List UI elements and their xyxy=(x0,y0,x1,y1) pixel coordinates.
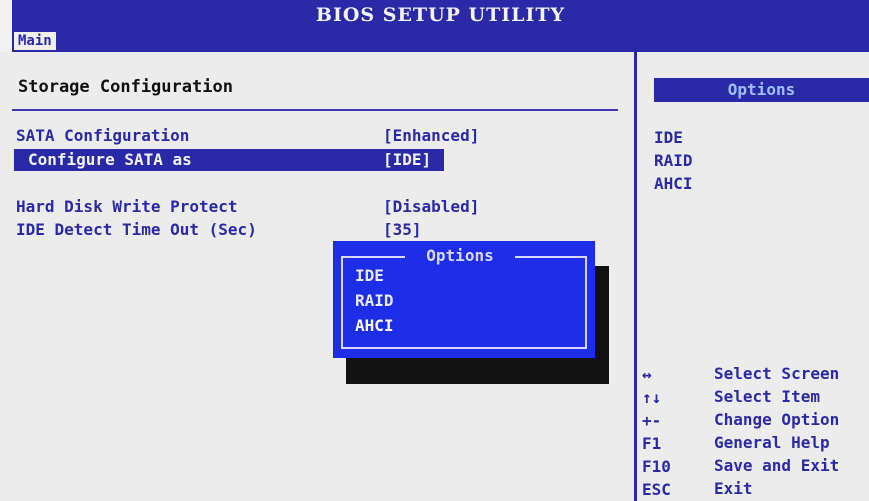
popup-option-raid[interactable]: RAID xyxy=(355,291,394,310)
bios-screen: BIOS SETUP UTILITY Main Storage Configur… xyxy=(0,0,869,501)
menu-bar: Main xyxy=(12,30,869,52)
right-option-raid: RAID xyxy=(654,151,693,170)
setting-label-sata-configuration[interactable]: SATA Configuration xyxy=(16,126,189,145)
help-action-general-help: General Help xyxy=(714,433,830,452)
popup-option-ide[interactable]: IDE xyxy=(355,266,384,285)
right-option-ide: IDE xyxy=(654,128,683,147)
help-action-select-screen: Select Screen xyxy=(714,364,840,383)
help-key-save-and-exit: F10 xyxy=(642,457,671,476)
app-title: BIOS SETUP UTILITY xyxy=(315,4,566,26)
help-action-exit: Exit xyxy=(714,479,753,498)
setting-label-configure-sata-as[interactable]: Configure SATA as xyxy=(28,150,192,169)
help-action-save-and-exit: Save and Exit xyxy=(714,456,840,475)
help-key-select-item: ↑↓ xyxy=(642,388,662,407)
options-header: Options xyxy=(654,78,869,102)
help-action-change-option: Change Option xyxy=(714,410,840,429)
setting-value-sata-configuration[interactable]: [Enhanced] xyxy=(383,126,479,145)
popup-option-ahci[interactable]: AHCI xyxy=(355,316,394,335)
setting-value-configure-sata-as[interactable]: [IDE] xyxy=(383,150,431,169)
help-key-general-help: F1 xyxy=(642,434,662,453)
setting-label-ide-detect-time-out[interactable]: IDE Detect Time Out (Sec) xyxy=(16,220,257,239)
setting-value-ide-detect-time-out[interactable]: [35] xyxy=(383,220,422,239)
setting-value-hard-disk-write-protect[interactable]: [Disabled] xyxy=(383,197,479,216)
help-action-select-item: Select Item xyxy=(714,387,820,406)
help-key-change-option: +- xyxy=(642,411,662,430)
help-key-exit: ESC xyxy=(642,480,671,499)
section-title: Storage Configuration xyxy=(18,77,233,97)
tab-main[interactable]: Main xyxy=(14,32,56,50)
right-option-ahci: AHCI xyxy=(654,174,693,193)
help-key-select-screen: ↔ xyxy=(642,365,652,384)
popup-title: Options xyxy=(405,245,515,267)
title-bar: BIOS SETUP UTILITY xyxy=(12,0,869,30)
section-divider xyxy=(12,109,618,111)
setting-label-hard-disk-write-protect[interactable]: Hard Disk Write Protect xyxy=(16,197,238,216)
